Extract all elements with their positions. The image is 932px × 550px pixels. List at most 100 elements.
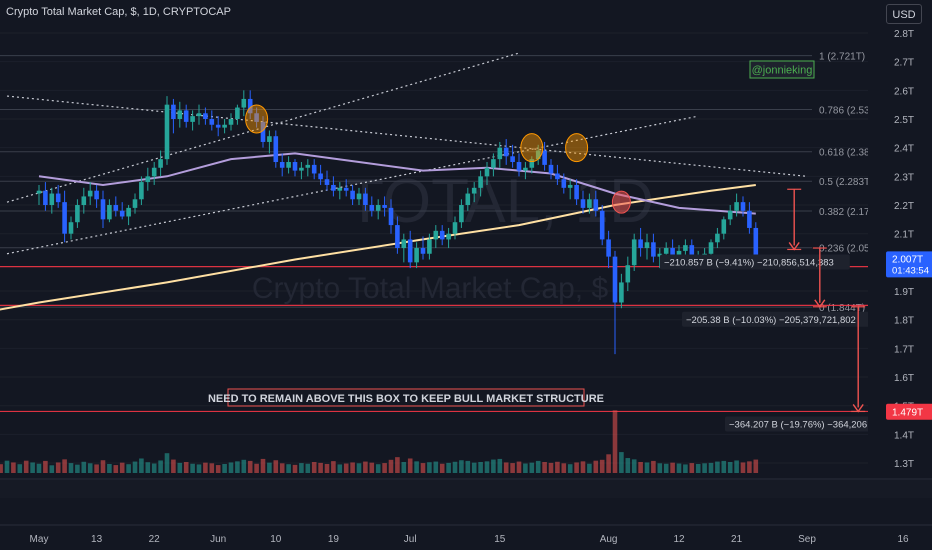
volume-bar: [599, 459, 605, 473]
volume-bar: [452, 461, 458, 473]
volume-bar: [62, 459, 67, 473]
candle-body: [644, 242, 650, 249]
candle-body: [625, 265, 631, 283]
candle-body: [183, 110, 189, 122]
y-tick-label: 2.3T: [894, 172, 914, 183]
volume-bar: [337, 464, 343, 473]
candle-body: [542, 150, 547, 165]
volume-bar: [510, 463, 515, 473]
candle-body: [747, 210, 752, 228]
volume-bar: [324, 463, 330, 473]
candle-body: [459, 205, 464, 223]
volume-bar: [555, 461, 560, 473]
candle-body: [132, 199, 138, 208]
candle-body: [708, 242, 714, 254]
candle-body: [94, 190, 99, 200]
level-label-value: 1.479T: [892, 408, 923, 419]
x-tick-label: 16: [897, 534, 909, 545]
candle-body: [414, 248, 419, 263]
volume-bar: [465, 460, 471, 473]
candle-body: [209, 119, 215, 125]
candle-body: [273, 136, 279, 163]
volume-bar: [459, 460, 464, 473]
watermark-name: Crypto Total Market Cap, $: [252, 272, 609, 305]
candle-body: [81, 196, 87, 206]
y-tick-label: 2.7T: [894, 58, 914, 69]
volume-bar: [126, 464, 131, 473]
candle-body: [574, 184, 579, 200]
volume-bar: [228, 462, 234, 473]
volume-bar: [401, 462, 407, 473]
x-tick-label: Sep: [798, 534, 816, 545]
volume-bar: [171, 459, 176, 473]
candle-body: [43, 190, 48, 206]
volume-bar: [254, 463, 259, 473]
volume-bar: [267, 462, 272, 473]
candle-body: [305, 164, 311, 168]
candle-body: [350, 190, 355, 200]
candle-body: [158, 159, 163, 168]
measure-label: −205.38 B (−10.03%) −205,379,721,802: [686, 315, 856, 326]
candle-body: [151, 167, 157, 177]
volume-bar: [702, 463, 707, 473]
volume-bar: [542, 462, 547, 473]
volume-bar: [235, 461, 240, 473]
candle-body: [446, 233, 451, 240]
fib-label: 0.5 (2.283T): [819, 177, 873, 188]
candle-body: [324, 179, 330, 185]
candle-body: [363, 193, 368, 206]
candle-body: [177, 110, 183, 120]
volume-bar: [260, 458, 266, 473]
volume-bar: [183, 462, 189, 473]
candle-body: [740, 202, 746, 211]
volume-bar: [30, 462, 35, 473]
candle-body: [87, 190, 93, 197]
candle-body: [382, 205, 387, 208]
volume-bar: [215, 465, 221, 473]
author-tag: @jonnieking: [752, 65, 813, 77]
candle-body: [356, 193, 362, 200]
volume-bar: [676, 463, 682, 473]
candle-body: [395, 225, 400, 249]
volume-bar: [471, 462, 477, 473]
candle-body: [119, 210, 125, 217]
candle-body: [331, 184, 336, 191]
candle-body: [567, 184, 573, 188]
candle-body: [548, 164, 554, 174]
volume-bar: [318, 462, 323, 473]
chart[interactable]: TOTAL, 1D Crypto Total Market Cap, $ 1 (…: [0, 0, 932, 550]
candle-body: [286, 162, 291, 168]
volume-bar: [503, 462, 509, 473]
y-tick-label: 1.3T: [894, 459, 914, 470]
volume-bar: [55, 462, 61, 473]
volume-bar: [279, 463, 285, 473]
volume-bar: [407, 458, 413, 473]
candle-body: [401, 239, 407, 249]
candle-body: [36, 190, 42, 194]
candle-body: [420, 248, 426, 254]
x-tick-label: Jun: [210, 534, 226, 545]
volume-bar: [523, 463, 528, 473]
volume-bar: [612, 410, 618, 473]
currency-button[interactable]: USD: [886, 4, 922, 24]
volume-bar: [663, 463, 669, 473]
candle-body: [721, 219, 727, 234]
y-tick-label: 1.4T: [894, 430, 914, 441]
volume-bar: [17, 464, 23, 473]
volume-bar: [708, 462, 714, 473]
volume-bar: [43, 460, 48, 473]
candle-body: [523, 167, 528, 171]
candle-body: [241, 98, 247, 108]
volume-bar: [631, 459, 637, 473]
candle-body: [171, 104, 176, 120]
volume-bar: [446, 462, 451, 473]
volume-bar: [587, 463, 592, 473]
candle-body: [612, 256, 618, 303]
candle-body: [465, 193, 471, 206]
candle-body: [318, 173, 323, 180]
volume-bar: [132, 461, 138, 473]
candle-body: [439, 230, 445, 240]
scroll-bar: [0, 480, 932, 498]
volume-bar: [497, 458, 503, 473]
volume-bar: [491, 459, 496, 473]
